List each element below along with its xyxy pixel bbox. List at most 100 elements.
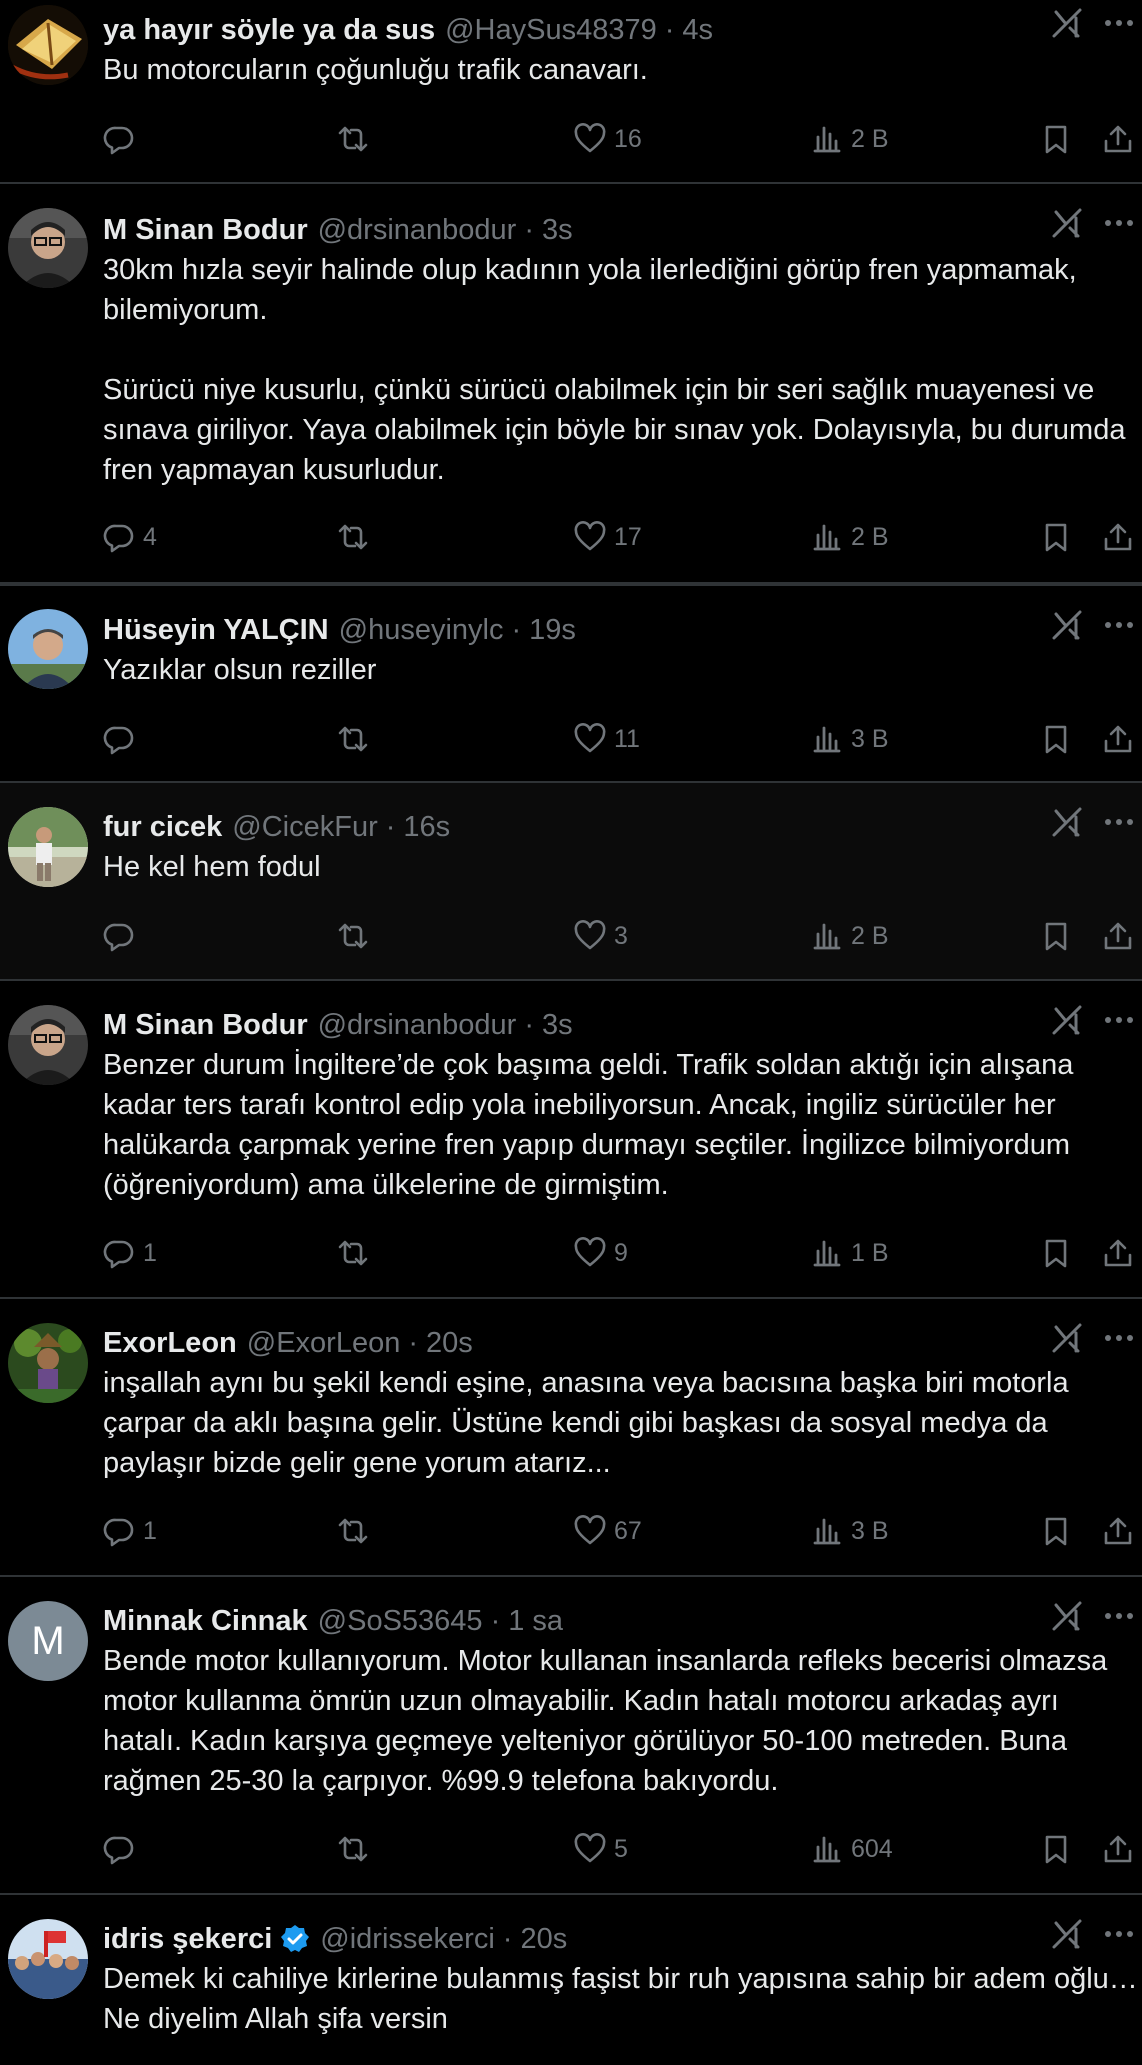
verified-badge-icon[interactable] [280,1924,310,1954]
user-handle[interactable]: @ExorLeon [247,1327,401,1360]
reply-button[interactable] [103,916,143,956]
reply-button[interactable]: 1 [103,1233,157,1273]
grok-icon[interactable] [1050,1917,1084,1951]
grok-icon[interactable] [1050,206,1084,240]
tweet[interactable]: M Sinan Bodur @drsinanbodur · 3s Benzer … [0,981,1142,1299]
user-handle[interactable]: @idrissekerci [320,1923,494,1956]
letter-avatar[interactable]: M [8,1601,88,1681]
man-glasses-avatar[interactable] [8,1005,88,1085]
bookmark-button[interactable] [1040,1233,1072,1273]
bookmark-button[interactable] [1040,517,1072,557]
tweet-header: Minnak Cinnak @SoS53645 · 1 sa [103,1604,564,1638]
tweet[interactable]: fur cicek @CicekFur · 16s He kel hem fod… [0,783,1142,981]
more-icon[interactable] [1102,1917,1136,1951]
reply-button[interactable] [103,1829,143,1869]
reply-button[interactable] [103,119,143,159]
game-character-avatar[interactable] [8,1323,88,1403]
views-button[interactable]: 2 B [811,119,889,159]
share-button[interactable] [1102,119,1134,159]
reply-button[interactable]: 4 [103,517,157,557]
retweet-button[interactable] [337,1829,369,1869]
tweet[interactable]: ExorLeon @ExorLeon · 20s inşallah aynı b… [0,1299,1142,1577]
share-button[interactable] [1102,1511,1134,1551]
views-button[interactable]: 2 B [811,517,889,557]
tweet[interactable]: M Sinan Bodur @drsinanbodur · 3s 30km hı… [0,184,1142,584]
user-name[interactable]: Hüseyin YALÇIN [103,614,329,647]
user-handle[interactable]: @SoS53645 [318,1605,483,1638]
more-icon[interactable] [1102,1003,1136,1037]
retweet-button[interactable] [337,517,369,557]
more-icon[interactable] [1102,1599,1136,1633]
like-button[interactable]: 17 [574,517,642,557]
bookmark-button[interactable] [1040,1829,1072,1869]
more-icon[interactable] [1102,805,1136,839]
grok-icon[interactable] [1050,608,1084,642]
timestamp[interactable]: 16s [403,811,450,844]
retweet-button[interactable] [337,719,369,759]
tweet[interactable]: Hüseyin YALÇIN @huseyinylc · 19s Yazıkla… [0,584,1142,783]
timestamp[interactable]: 20s [426,1327,473,1360]
like-button[interactable]: 9 [574,1233,628,1273]
user-handle[interactable]: @drsinanbodur [318,1009,517,1042]
views-button[interactable]: 3 B [811,719,889,759]
user-name[interactable]: M Sinan Bodur [103,214,308,247]
share-button[interactable] [1102,719,1134,759]
user-handle[interactable]: @huseyinylc [339,614,504,647]
bookmark-button[interactable] [1040,916,1072,956]
retweet-button[interactable] [337,1233,369,1273]
views-button[interactable]: 2 B [811,916,889,956]
timestamp[interactable]: 1 sa [508,1605,563,1638]
user-name[interactable]: idris şekerci [103,1923,272,1956]
retweet-button[interactable] [337,119,369,159]
timestamp[interactable]: 19s [529,614,576,647]
more-icon[interactable] [1102,608,1136,642]
grok-icon[interactable] [1050,1321,1084,1355]
user-name[interactable]: M Sinan Bodur [103,1009,308,1042]
reply-button[interactable]: 1 [103,1511,157,1551]
man-glasses-avatar[interactable] [8,208,88,288]
timestamp[interactable]: 4s [682,14,713,47]
grok-icon[interactable] [1050,805,1084,839]
grok-icon[interactable] [1050,6,1084,40]
like-button[interactable]: 67 [574,1511,642,1551]
user-handle[interactable]: @HaySus48379 [445,14,657,47]
like-button[interactable]: 3 [574,916,628,956]
share-button[interactable] [1102,1233,1134,1273]
tweet[interactable]: ya hayır söyle ya da sus @HaySus48379 · … [0,0,1142,184]
like-button[interactable]: 11 [574,719,640,759]
tweet[interactable]: idris şekerci @idrissekerci · 20s Demek … [0,1895,1142,2065]
man-garden-avatar[interactable] [8,807,88,887]
views-button[interactable]: 3 B [811,1511,889,1551]
user-name[interactable]: fur cicek [103,811,222,844]
more-icon[interactable] [1102,1321,1136,1355]
retweet-button[interactable] [337,1511,369,1551]
share-button[interactable] [1102,517,1134,557]
share-button[interactable] [1102,1829,1134,1869]
like-button[interactable]: 5 [574,1829,628,1869]
bookmark-button[interactable] [1040,1511,1072,1551]
user-name[interactable]: ExorLeon [103,1327,237,1360]
reply-button[interactable] [103,719,143,759]
like-button[interactable]: 16 [574,119,642,159]
grok-icon[interactable] [1050,1003,1084,1037]
timestamp[interactable]: 20s [520,1923,567,1956]
user-handle[interactable]: @drsinanbodur [318,214,517,247]
more-icon[interactable] [1102,6,1136,40]
retweet-button[interactable] [337,916,369,956]
timestamp[interactable]: 3s [542,214,573,247]
bookmark-button[interactable] [1040,119,1072,159]
book-avatar[interactable] [8,5,88,85]
user-name[interactable]: Minnak Cinnak [103,1605,308,1638]
crowd-avatar[interactable] [8,1919,88,1999]
bookmark-button[interactable] [1040,719,1072,759]
user-handle[interactable]: @CicekFur [232,811,377,844]
share-button[interactable] [1102,916,1134,956]
user-name[interactable]: ya hayır söyle ya da sus [103,14,435,47]
views-button[interactable]: 604 [811,1829,893,1869]
grok-icon[interactable] [1050,1599,1084,1633]
more-icon[interactable] [1102,206,1136,240]
tweet[interactable]: M Minnak Cinnak @SoS53645 · 1 sa Bende m… [0,1577,1142,1895]
timestamp[interactable]: 3s [542,1009,573,1042]
man-sky-avatar[interactable] [8,609,88,689]
views-button[interactable]: 1 B [811,1233,889,1273]
